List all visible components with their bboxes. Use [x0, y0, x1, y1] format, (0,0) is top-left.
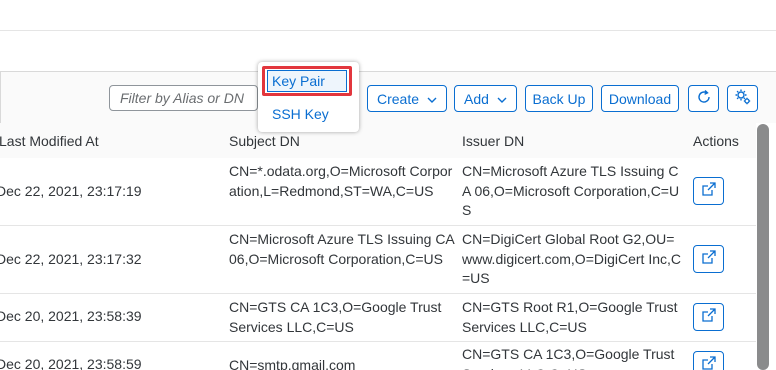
- export-icon: [701, 307, 717, 328]
- create-button[interactable]: Create: [367, 85, 447, 112]
- download-button[interactable]: Download: [601, 85, 679, 112]
- download-button-label: Download: [608, 90, 672, 107]
- row-export-button[interactable]: [693, 351, 724, 370]
- add-button-label: Add: [464, 90, 489, 107]
- export-icon: [701, 181, 717, 202]
- chevron-down-icon: [427, 95, 437, 105]
- row-export-button[interactable]: [693, 177, 724, 205]
- row-issuer-dn: CN=GTS Root R1,O=Google Trust Services L…: [462, 299, 678, 335]
- table-row[interactable]: Dec 22, 2021, 23:17:19 CN=*.odata.org,O=…: [0, 158, 756, 226]
- table-header: Last Modified At Subject DN Issuer DN Ac…: [0, 123, 756, 159]
- table-row[interactable]: Dec 20, 2021, 23:58:39 CN=GTS CA 1C3,O=G…: [0, 294, 756, 342]
- header-last-modified[interactable]: Last Modified At: [0, 133, 99, 149]
- row-last-modified: Dec 20, 2021, 23:58:59: [0, 356, 142, 370]
- chevron-down-icon: [497, 95, 507, 105]
- row-last-modified: Dec 22, 2021, 23:17:19: [0, 183, 142, 199]
- refresh-button[interactable]: [688, 85, 719, 112]
- menu-item-key-pair-label[interactable]: Key Pair: [272, 73, 325, 89]
- settings-icon: [734, 88, 752, 109]
- create-button-label: Create: [376, 90, 420, 107]
- row-subject-dn: CN=GTS CA 1C3,O=Google Trust Services LL…: [229, 299, 442, 335]
- row-export-button[interactable]: [693, 303, 724, 331]
- menu-item-ssh-key[interactable]: SSH Key: [272, 106, 352, 122]
- table-settings-button[interactable]: [727, 85, 758, 112]
- row-subject-dn: CN=Microsoft Azure TLS Issuing CA 06,O=M…: [229, 231, 454, 267]
- export-icon: [701, 355, 717, 370]
- table-row[interactable]: Dec 20, 2021, 23:58:59 CN=smtp.gmail.com…: [0, 342, 756, 370]
- scrollbar-thumb[interactable]: [757, 124, 769, 370]
- row-subject-dn: CN=*.odata.org,O=Microsoft Corporation,L…: [229, 163, 453, 199]
- add-button[interactable]: Add: [454, 85, 517, 112]
- header-subject-dn[interactable]: Subject DN: [229, 133, 300, 149]
- header-actions: Actions: [693, 133, 739, 149]
- row-last-modified: Dec 20, 2021, 23:58:39: [0, 308, 142, 324]
- row-issuer-dn: CN=DigiCert Global Root G2,OU=www.digice…: [462, 231, 682, 286]
- backup-button[interactable]: Back Up: [525, 85, 593, 112]
- row-export-button[interactable]: [693, 245, 724, 273]
- top-band: [0, 0, 776, 31]
- backup-button-label: Back Up: [532, 90, 586, 107]
- row-issuer-dn: CN=Microsoft Azure TLS Issuing CA 06,O=M…: [462, 163, 680, 218]
- header-issuer-dn[interactable]: Issuer DN: [462, 133, 524, 149]
- row-issuer-dn: CN=GTS CA 1C3,O=Google Trust Services LL…: [462, 346, 675, 370]
- export-icon: [701, 249, 717, 270]
- table-row[interactable]: Dec 22, 2021, 23:17:32 CN=Microsoft Azur…: [0, 226, 756, 294]
- row-last-modified: Dec 22, 2021, 23:17:32: [0, 251, 142, 267]
- row-subject-dn: CN=smtp.gmail.com: [229, 357, 356, 370]
- refresh-icon: [696, 89, 712, 108]
- filter-input[interactable]: [109, 85, 258, 111]
